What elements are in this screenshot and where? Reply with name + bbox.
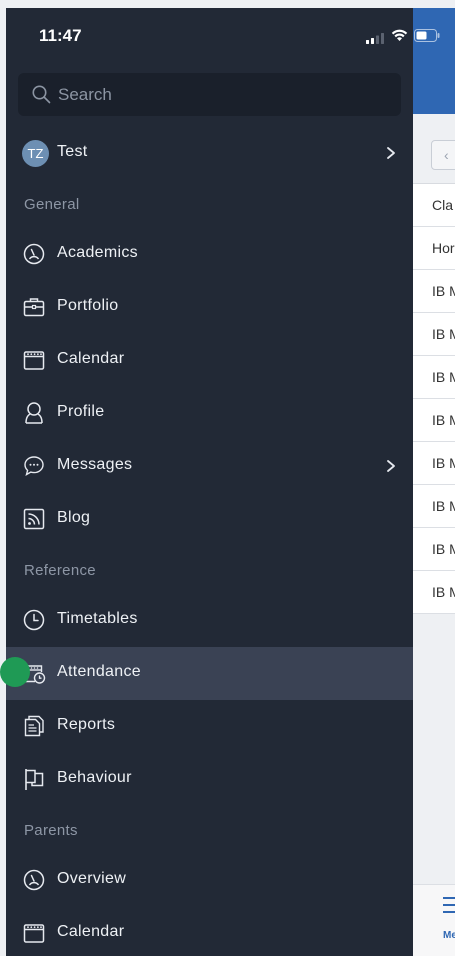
menu-item-label: Calendar	[57, 350, 125, 367]
background-back-button[interactable]: ‹	[431, 140, 455, 170]
search-input[interactable]	[58, 73, 388, 116]
menu-item-reports[interactable]: Reports	[6, 700, 413, 753]
background-row[interactable]: IB M	[413, 270, 455, 313]
status-bar: 11:47	[6, 8, 413, 64]
menu-item-label: Profile	[57, 403, 105, 420]
background-tab-bar	[413, 884, 455, 956]
background-header	[413, 8, 455, 114]
touch-indicator	[0, 657, 30, 687]
menu-item-label: Overview	[57, 870, 127, 887]
background-row[interactable]: IB M	[413, 571, 455, 614]
background-row[interactable]: IB M	[413, 528, 455, 571]
menu-item-profile[interactable]: Profile	[6, 387, 413, 440]
menu-item-parents-calendar[interactable]: Calendar	[6, 907, 413, 956]
background-row[interactable]: IB M	[413, 356, 455, 399]
background-row[interactable]: Cla	[413, 184, 455, 227]
menu-item-label: Attendance	[57, 663, 141, 680]
menu-icon[interactable]	[443, 897, 455, 917]
chevron-right-icon	[387, 460, 395, 472]
menu-item-label: Calendar	[57, 923, 125, 940]
section-header-parents: Parents	[24, 822, 78, 839]
menu-item-attendance[interactable]: Attendance	[6, 647, 413, 700]
menu-item-overview[interactable]: Overview	[6, 854, 413, 907]
calendar-icon	[23, 924, 45, 943]
flag-icon	[25, 769, 44, 790]
chat-bubble-icon	[24, 456, 44, 476]
menu-item-label: Blog	[57, 509, 91, 526]
chevron-right-icon	[387, 147, 395, 159]
navigation-drawer: 11:47 TZ Test General	[6, 8, 413, 956]
menu-item-blog[interactable]: Blog	[6, 493, 413, 546]
menu-item-label: Messages	[57, 456, 133, 473]
menu-item-label: Academics	[57, 244, 138, 261]
menu-item-portfolio[interactable]: Portfolio	[6, 281, 413, 334]
search-icon	[32, 85, 51, 104]
avatar: TZ	[22, 140, 49, 167]
background-row[interactable]: IB M	[413, 442, 455, 485]
menu-item-calendar[interactable]: Calendar	[6, 334, 413, 387]
search-box[interactable]	[18, 73, 401, 116]
section-header-reference: Reference	[24, 562, 96, 579]
user-name: Test	[57, 143, 88, 160]
gauge-icon	[23, 243, 45, 265]
gauge-icon	[23, 869, 45, 891]
person-icon	[25, 402, 43, 424]
section-header-general: General	[24, 196, 80, 213]
menu-item-label: Portfolio	[57, 297, 119, 314]
document-icon	[24, 715, 44, 737]
briefcase-icon	[23, 298, 45, 317]
background-row[interactable]: Hor	[413, 227, 455, 270]
user-profile-row[interactable]: TZ Test	[6, 127, 413, 180]
calendar-icon	[23, 351, 45, 370]
signal-icon	[366, 33, 384, 44]
background-tab-label[interactable]: Me	[443, 930, 455, 941]
status-time: 11:47	[39, 26, 82, 45]
menu-item-timetables[interactable]: Timetables	[6, 594, 413, 647]
background-row[interactable]: IB M	[413, 399, 455, 442]
menu-item-label: Timetables	[57, 610, 138, 627]
menu-item-label: Reports	[57, 716, 116, 733]
background-row[interactable]: IB M	[413, 313, 455, 356]
clock-icon	[23, 609, 45, 631]
menu-item-behaviour[interactable]: Behaviour	[6, 753, 413, 806]
battery-icon	[414, 29, 440, 42]
menu-item-academics[interactable]: Academics	[6, 228, 413, 281]
menu-item-messages[interactable]: Messages	[6, 440, 413, 493]
menu-item-label: Behaviour	[57, 769, 132, 786]
wifi-icon	[391, 29, 408, 41]
background-row[interactable]: IB M	[413, 485, 455, 528]
rss-icon	[23, 508, 45, 530]
